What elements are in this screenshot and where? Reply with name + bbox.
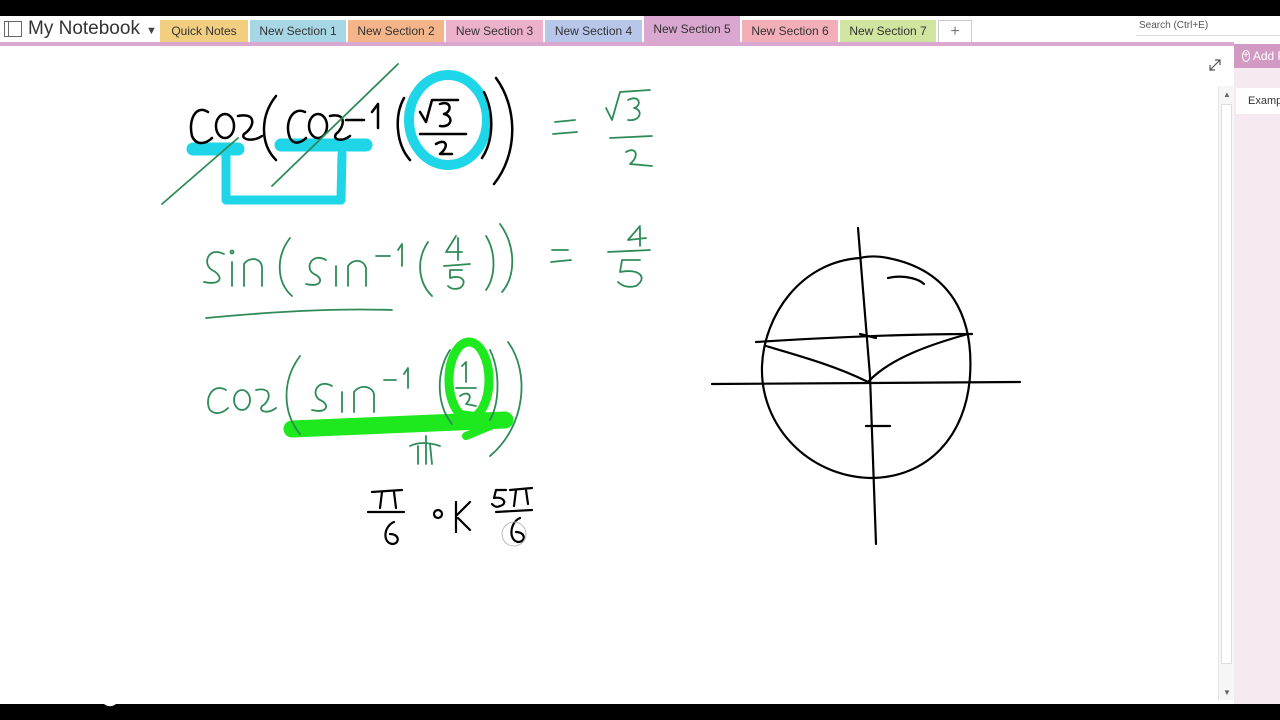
watermark-brand: SCREENCAST MATIC xyxy=(10,687,161,707)
tab-new-section-5[interactable]: New Section 5 xyxy=(644,16,740,42)
scroll-up-arrow-icon[interactable]: ▲ xyxy=(1219,86,1235,102)
tab-label: New Section 7 xyxy=(849,24,927,38)
notebook-icon xyxy=(4,21,22,37)
tab-new-section-7[interactable]: New Section 7 xyxy=(840,20,936,42)
tab-new-section-4[interactable]: New Section 4 xyxy=(545,20,642,42)
add-section-button[interactable]: + xyxy=(938,20,972,42)
add-page-label: Add Page xyxy=(1252,49,1280,63)
add-page-button[interactable]: + Add Page xyxy=(1234,44,1280,68)
equation-1 xyxy=(189,76,514,186)
page-list-item[interactable]: Example xyxy=(1236,88,1280,114)
answer-pi-over-6 xyxy=(366,486,534,546)
green-highlight xyxy=(283,337,514,440)
page-list-pane: + Add Page Example xyxy=(1234,44,1280,704)
scroll-thumb[interactable] xyxy=(1221,104,1232,664)
watermark-brand-left: SCREENCAST xyxy=(10,690,98,704)
watermark-brand-right: MATIC xyxy=(121,690,162,704)
vertical-scrollbar[interactable]: ▲ ▼ xyxy=(1218,86,1234,700)
notebook-name: My Notebook xyxy=(28,18,140,39)
tab-new-section-2[interactable]: New Section 2 xyxy=(348,20,444,42)
equation-3 xyxy=(207,341,523,465)
screencast-logo-icon xyxy=(100,687,119,707)
onenote-window: My Notebook ▼ Quick Notes New Section 1 … xyxy=(0,16,1280,704)
notebook-switcher[interactable]: My Notebook ▼ xyxy=(4,16,157,42)
plus-circle-icon: + xyxy=(1242,50,1250,62)
tab-label: New Section 6 xyxy=(751,24,829,38)
search-placeholder: Search (Ctrl+E) xyxy=(1139,20,1209,31)
page-canvas[interactable] xyxy=(0,46,1218,704)
tab-label: New Section 4 xyxy=(554,24,633,38)
handwritten-ink xyxy=(161,63,1022,547)
chevron-down-icon: ▼ xyxy=(145,24,157,37)
recorder-watermark: RECORDED WITH SCREENCAST MATIC xyxy=(10,682,161,707)
tab-label: New Section 2 xyxy=(357,24,435,38)
tab-new-section-6[interactable]: New Section 6 xyxy=(742,20,838,42)
section-tab-bar: My Notebook ▼ Quick Notes New Section 1 … xyxy=(0,16,1280,42)
expand-icon[interactable] xyxy=(1206,56,1224,74)
scroll-down-arrow-icon[interactable]: ▼ xyxy=(1219,684,1235,700)
tab-label: New Section 5 xyxy=(653,22,731,36)
tab-label: New Section 3 xyxy=(455,24,534,38)
plus-icon: + xyxy=(950,22,960,40)
unit-circle-sketch xyxy=(710,226,1022,546)
search-input[interactable]: Search (Ctrl+E) xyxy=(1136,16,1280,36)
page-title: Example xyxy=(1248,95,1280,107)
cyan-highlight xyxy=(186,70,492,205)
tab-new-section-1[interactable]: New Section 1 xyxy=(250,20,346,42)
tab-new-section-3[interactable]: New Section 3 xyxy=(446,20,543,42)
equation-2 xyxy=(203,223,651,319)
tab-label: Quick Notes xyxy=(171,24,237,38)
tab-quick-notes[interactable]: Quick Notes xyxy=(160,20,248,42)
tab-label: New Section 1 xyxy=(259,24,337,38)
